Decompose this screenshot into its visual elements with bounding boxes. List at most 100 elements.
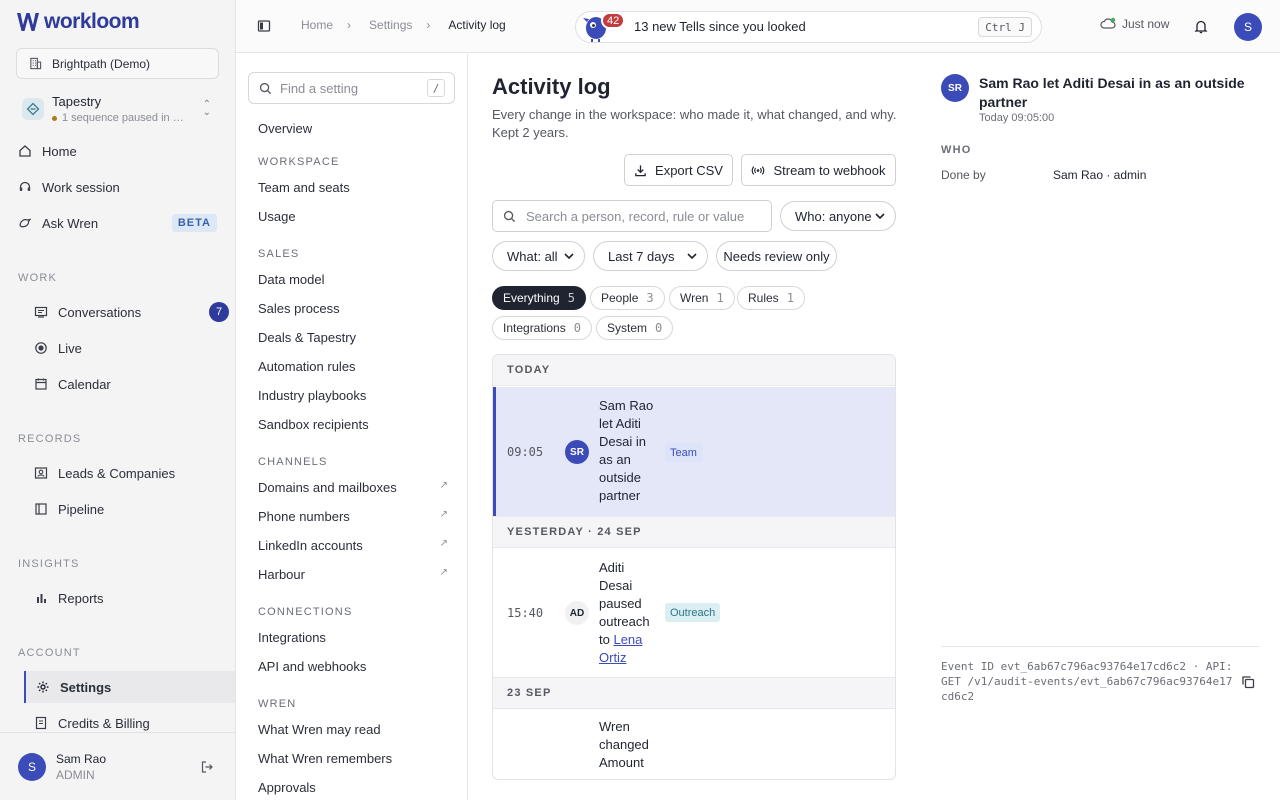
top-bar: Home › Settings › Activity log 42 13 new… <box>236 0 1280 53</box>
activity-event-row[interactable]: Wren changed Amount <box>493 710 895 779</box>
tapestry-icon <box>22 98 44 120</box>
sync-status: Just now <box>1100 17 1169 31</box>
day-header-23-sep: 23 SEP <box>493 677 895 709</box>
nav-conversations[interactable]: Conversations 7 <box>24 297 235 327</box>
nav-work-session-label: Work session <box>42 179 120 195</box>
settings-wren-remembers[interactable]: What Wren remembers <box>258 751 448 766</box>
event-avatar: SR <box>565 440 589 464</box>
nav-calendar[interactable]: Calendar <box>24 369 235 399</box>
bird-icon <box>18 216 32 230</box>
nav-settings[interactable]: Settings <box>24 671 235 703</box>
cloud-synced-icon <box>1100 17 1116 29</box>
settings-integrations[interactable]: Integrations <box>258 630 448 645</box>
beta-badge: BETA <box>171 214 217 232</box>
event-text: Wren changed Amount <box>599 719 649 770</box>
activity-search-input[interactable]: Search a person, record, rule or value <box>492 200 772 232</box>
settings-domains-mailboxes[interactable]: Domains and mailboxes ↗ <box>258 480 448 495</box>
external-link-icon: ↗ <box>439 480 448 491</box>
logout-icon[interactable] <box>200 760 214 774</box>
event-id-text: Event ID evt_6ab67c796ac93764e17cd6c2 · … <box>941 660 1233 703</box>
settings-industry-playbooks[interactable]: Industry playbooks <box>258 388 448 403</box>
export-csv-button[interactable]: Export CSV <box>624 154 733 186</box>
date-range-select[interactable]: Last 7 days <box>593 241 708 271</box>
chevron-right-icon: › <box>347 18 352 32</box>
search-icon <box>503 210 516 222</box>
activity-event-row[interactable]: 09:05 SR Sam Rao let Aditi Desai in as a… <box>493 387 895 517</box>
who-filter-select[interactable]: Who: anyone <box>780 201 896 231</box>
bell-icon[interactable] <box>1194 19 1208 34</box>
nav-credits-billing-label: Credits & Billing <box>58 715 150 731</box>
needs-review-toggle[interactable]: Needs review only <box>716 241 837 271</box>
chevron-down-icon <box>687 253 697 260</box>
breadcrumb-home[interactable]: Home <box>301 18 333 32</box>
workspace-switcher[interactable]: Brightpath (Demo) <box>16 48 219 79</box>
brand-name: workloom <box>44 10 140 33</box>
settings-approvals[interactable]: Approvals <box>258 780 448 795</box>
nav-live[interactable]: Live <box>24 333 235 363</box>
filter-pill-rules[interactable]: Rules 1 <box>737 286 805 310</box>
find-setting-input[interactable]: Find a setting / <box>248 72 455 104</box>
contacts-icon <box>34 466 48 480</box>
settings-api-webhooks[interactable]: API and webhooks <box>258 659 448 674</box>
avatar: S <box>18 752 46 781</box>
chevron-right-icon: › <box>426 18 431 32</box>
nav-reports[interactable]: Reports <box>24 583 235 613</box>
settings-sandbox-recipients[interactable]: Sandbox recipients <box>258 417 448 432</box>
gear-icon <box>36 680 50 694</box>
user-name: Sam Rao <box>56 751 107 766</box>
workspace-name: Brightpath (Demo) <box>52 56 151 71</box>
filter-pill-integrations[interactable]: Integrations 0 <box>492 316 592 340</box>
event-text: Aditi Desai paused outreach to Lena Orti… <box>599 560 650 665</box>
settings-overview[interactable]: Overview <box>258 121 448 136</box>
done-by-label: Done by <box>941 168 986 182</box>
settings-data-model[interactable]: Data model <box>258 272 448 287</box>
settings-wren-may-read[interactable]: What Wren may read <box>258 722 448 737</box>
detail-title: Sam Rao let Aditi Desai in as an outside… <box>979 75 1245 110</box>
headset-icon <box>18 180 32 194</box>
activity-event-row[interactable]: 15:40 AD Aditi Desai paused outreach to … <box>493 549 895 677</box>
tells-bar[interactable]: 42 13 new Tells since you looked Ctrl J <box>575 11 1042 43</box>
page-description: Every change in the workspace: who made … <box>492 107 897 140</box>
nav-home-label: Home <box>42 143 77 159</box>
sync-status-text: Just now <box>1122 17 1170 31</box>
tells-count-badge: 42 <box>601 12 626 29</box>
filter-pill-wren[interactable]: Wren 1 <box>669 286 735 310</box>
settings-deals-tapestry[interactable]: Deals & Tapestry <box>258 330 448 345</box>
chevron-down-icon <box>875 213 885 220</box>
detail-avatar: SR <box>941 74 969 102</box>
activity-log-panel: Activity log Every change in the workspa… <box>468 54 920 800</box>
find-setting-placeholder: Find a setting <box>280 80 359 96</box>
tapestry-card[interactable]: Tapestry 1 sequence paused in … ⌃ ⌄ <box>16 88 219 130</box>
detail-who-section: WHO <box>941 144 972 156</box>
nav-pipeline[interactable]: Pipeline <box>24 494 235 524</box>
what-filter-select[interactable]: What: all <box>492 241 585 271</box>
settings-team-and-seats[interactable]: Team and seats <box>258 180 448 195</box>
breadcrumb-settings[interactable]: Settings <box>369 18 412 32</box>
section-insights: INSIGHTS <box>18 558 80 570</box>
account-avatar[interactable]: S <box>1234 13 1262 41</box>
user-profile[interactable]: S Sam Rao ADMIN <box>0 732 236 800</box>
filter-pill-system[interactable]: System 0 <box>596 316 674 340</box>
day-header-today: TODAY <box>493 355 895 386</box>
brand-logo[interactable]: workloom <box>16 10 140 34</box>
settings-harbour[interactable]: Harbour ↗ <box>258 567 448 582</box>
nav-ask-wren[interactable]: Ask Wren BETA <box>16 208 219 238</box>
settings-linkedin-accounts[interactable]: LinkedIn accounts ↗ <box>258 538 448 553</box>
nav-reports-label: Reports <box>58 590 104 606</box>
settings-usage[interactable]: Usage <box>258 209 448 224</box>
nav-home[interactable]: Home <box>16 136 219 166</box>
pipeline-icon <box>34 502 48 516</box>
settings-sales-process[interactable]: Sales process <box>258 301 448 316</box>
sidebar-toggle-icon[interactable] <box>257 19 271 33</box>
copy-icon[interactable] <box>1241 675 1255 689</box>
breadcrumb: Home › Settings › Activity log <box>301 18 520 32</box>
nav-pipeline-label: Pipeline <box>58 501 105 517</box>
stream-webhook-button[interactable]: Stream to webhook <box>741 154 896 186</box>
settings-automation-rules[interactable]: Automation rules <box>258 359 448 374</box>
settings-phone-numbers[interactable]: Phone numbers ↗ <box>258 509 448 524</box>
nav-work-session[interactable]: Work session <box>16 172 219 202</box>
settings-section-workspace: WORKSPACE <box>258 156 340 168</box>
filter-pill-everything[interactable]: Everything 5 <box>492 286 586 310</box>
nav-leads-companies[interactable]: Leads & Companies <box>24 458 235 488</box>
filter-pill-people[interactable]: People 3 <box>590 286 665 310</box>
